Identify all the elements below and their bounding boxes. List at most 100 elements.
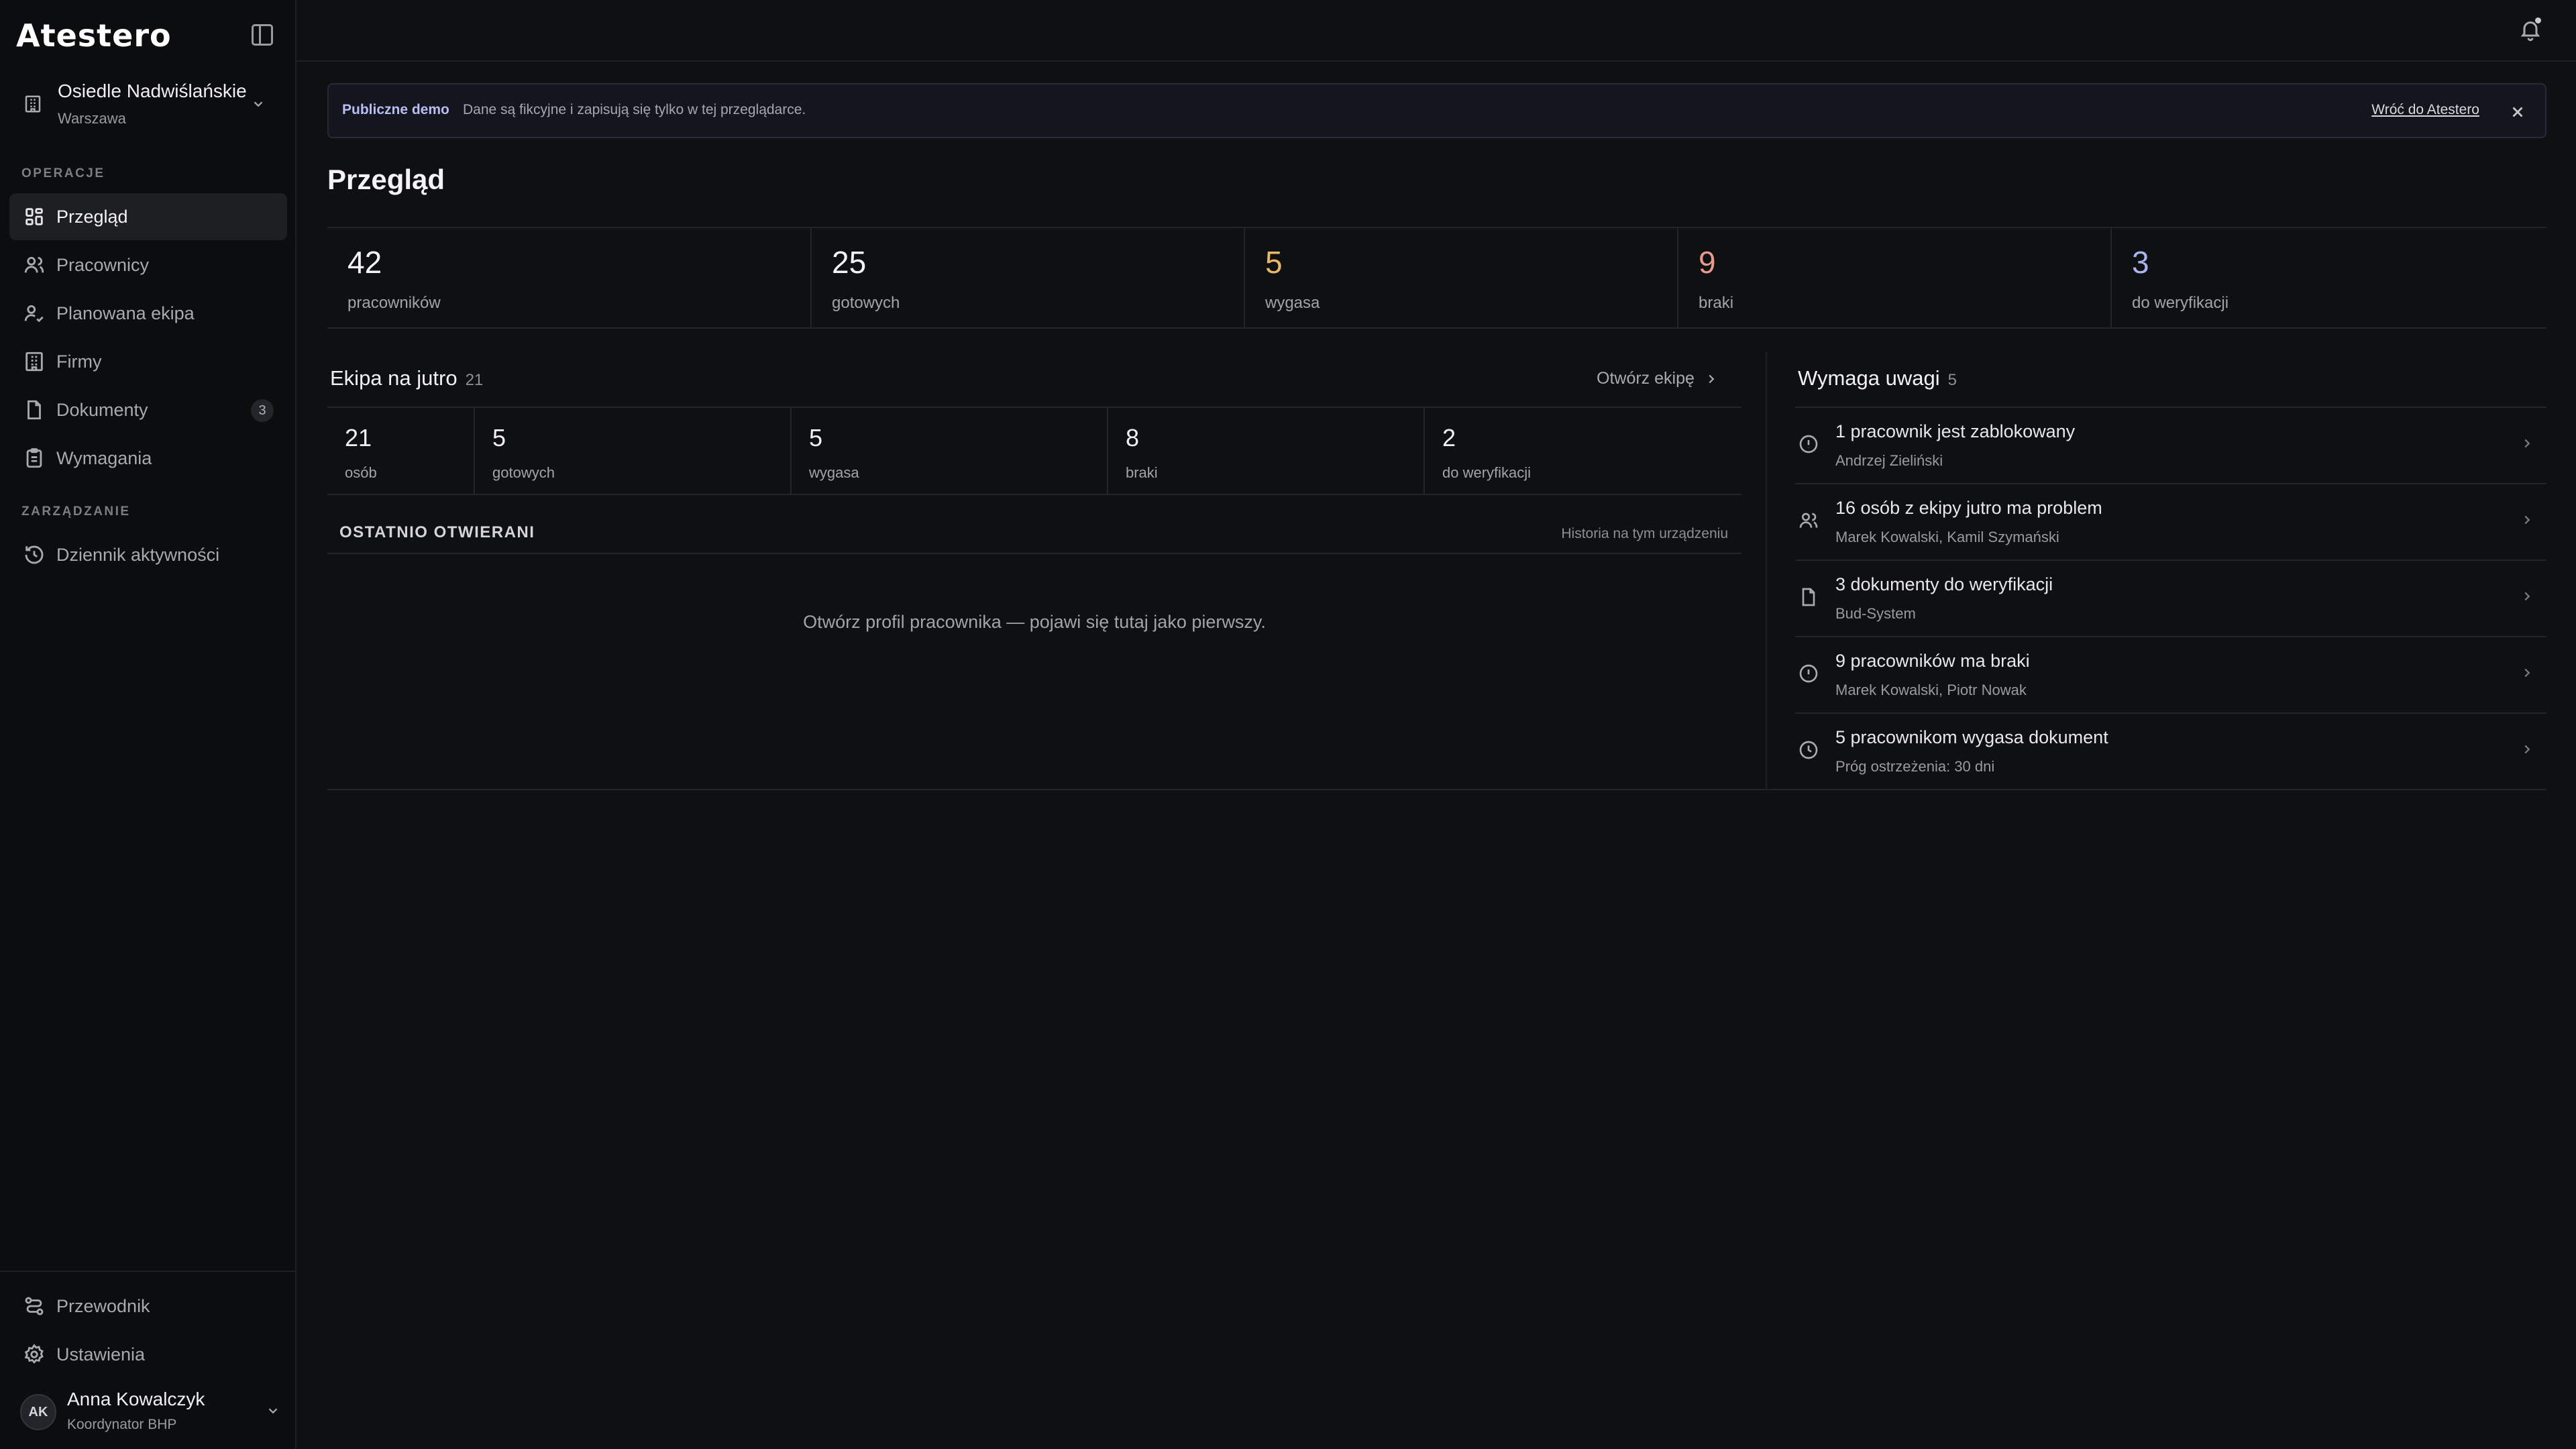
attention-item-sub: Marek Kowalski, Piotr Nowak — [1835, 682, 2027, 698]
recent-empty-state: Otwórz profil pracownika — pojawi się tu… — [803, 612, 1266, 632]
crew-stat-label: osób — [345, 464, 377, 481]
attention-item-missing[interactable]: 9 pracowników ma braki Marek Kowalski, P… — [1795, 637, 2546, 714]
crew-stat-label: braki — [1126, 464, 1158, 481]
crew-stat-label: gotowych — [492, 464, 555, 481]
crew-stat-label: wygasa — [809, 464, 859, 481]
attention-item-sub: Bud-System — [1835, 605, 1916, 622]
attention-item-sub: Marek Kowalski, Kamil Szymański — [1835, 529, 2059, 545]
sidebar-item-activity-log[interactable]: Dziennik aktywności — [9, 531, 287, 578]
attention-item-title: 3 dokumenty do weryfikacji — [1835, 574, 2053, 594]
attention-list: 1 pracownik jest zablokowany Andrzej Zie… — [1795, 407, 2546, 790]
chevron-down-icon — [251, 97, 266, 111]
attention-item-title: 16 osób z ekipy jutro ma problem — [1835, 498, 2102, 518]
user-check-icon — [23, 302, 46, 325]
sidebar-item-settings[interactable]: Ustawienia — [9, 1331, 287, 1378]
page-title: Przegląd — [327, 164, 445, 195]
user-menu[interactable]: AK Anna Kowalczyk Koordynator BHP — [16, 1383, 280, 1440]
stat-label: wygasa — [1265, 294, 1320, 312]
stat-to-verify[interactable]: 3 do weryfikacji — [2112, 228, 2546, 327]
gear-icon — [23, 1343, 46, 1366]
recent-title: OSTATNIO OTWIERANI — [339, 523, 535, 541]
stat-ready[interactable]: 25 gotowych — [812, 228, 1245, 327]
sidebar-item-label: Dziennik aktywności — [56, 544, 220, 565]
column-divider — [1766, 352, 1767, 790]
avatar: AK — [20, 1394, 56, 1430]
crew-stat-value: 21 — [345, 424, 372, 451]
stat-label: pracowników — [347, 294, 441, 312]
stat-label: do weryfikacji — [2132, 294, 2229, 312]
sidebar-toggle-icon[interactable] — [252, 24, 273, 46]
crew-stat-value: 5 — [492, 424, 506, 451]
route-icon — [23, 1295, 46, 1318]
chevron-down-icon — [266, 1403, 280, 1418]
org-name: Osiedle Nadwiślańskie — [58, 80, 247, 101]
org-switcher[interactable]: Osiedle Nadwiślańskie Warszawa — [16, 74, 278, 133]
top-bar — [297, 0, 2576, 62]
sidebar-divider — [0, 1271, 295, 1272]
app-logo[interactable]: Atestero — [16, 17, 172, 54]
open-crew-button[interactable]: Otwórz ekipę — [1597, 369, 1719, 388]
grid-icon — [23, 205, 46, 228]
stat-value: 3 — [2132, 245, 2149, 280]
stat-missing[interactable]: 9 braki — [1678, 228, 2112, 327]
sidebar-item-requirements[interactable]: Wymagania — [9, 435, 287, 482]
building-icon — [23, 350, 46, 373]
crew-stat-missing[interactable]: 8 braki — [1108, 408, 1425, 494]
users-icon — [23, 254, 46, 276]
stat-value: 42 — [347, 245, 382, 280]
recent-note: Historia na tym urządzeniu — [1561, 526, 1728, 541]
attention-item-sub: Andrzej Zieliński — [1835, 452, 1943, 469]
close-icon[interactable] — [2509, 103, 2526, 121]
crew-stat-people[interactable]: 21 osób — [327, 408, 475, 494]
crew-stats: 21 osób 5 gotowych 5 wygasa 8 braki 2 do… — [327, 407, 1741, 495]
banner-tag: Publiczne demo — [342, 102, 449, 117]
sidebar-item-companies[interactable]: Firmy — [9, 338, 287, 385]
attention-item-sub: Próg ostrzeżenia: 30 dni — [1835, 758, 1995, 775]
sidebar-item-overview[interactable]: Przegląd — [9, 193, 287, 240]
stat-workers[interactable]: 42 pracowników — [327, 228, 812, 327]
nav-section-operations: OPERACJE — [21, 166, 105, 180]
sidebar-item-label: Przewodnik — [56, 1295, 150, 1316]
stat-expiring[interactable]: 5 wygasa — [1245, 228, 1678, 327]
stat-value: 5 — [1265, 245, 1283, 280]
attention-item-blocked[interactable]: 1 pracownik jest zablokowany Andrzej Zie… — [1795, 408, 2546, 484]
crew-count: 21 — [465, 371, 484, 389]
crew-stat-ready[interactable]: 5 gotowych — [475, 408, 792, 494]
sidebar-item-label: Pracownicy — [56, 254, 150, 275]
sidebar-item-label: Dokumenty — [56, 399, 148, 420]
attention-item-documents[interactable]: 3 dokumenty do weryfikacji Bud-System — [1795, 561, 2546, 637]
stat-label: gotowych — [832, 294, 900, 312]
crew-stat-label: do weryfikacji — [1442, 464, 1532, 481]
attention-count: 5 — [1947, 371, 1957, 389]
chevron-right-icon — [2520, 513, 2534, 527]
clock-icon — [1798, 739, 1819, 761]
sidebar-item-workers[interactable]: Pracownicy — [9, 241, 287, 288]
attention-item-expiring[interactable]: 5 pracownikom wygasa dokument Próg ostrz… — [1795, 714, 2546, 790]
crew-stat-to-verify[interactable]: 2 do weryfikacji — [1425, 408, 1741, 494]
alert-circle-icon — [1798, 433, 1819, 455]
documents-count-badge: 3 — [251, 399, 274, 422]
crew-stat-expiring[interactable]: 5 wygasa — [792, 408, 1108, 494]
attention-title: Wymaga uwagi 5 — [1798, 366, 1957, 390]
chevron-right-icon — [2520, 589, 2534, 604]
open-crew-label: Otwórz ekipę — [1597, 369, 1695, 388]
divider — [1767, 789, 2546, 790]
attention-item-title: 9 pracowników ma braki — [1835, 651, 2030, 671]
crew-stat-value: 8 — [1126, 424, 1140, 451]
alert-circle-icon — [1798, 663, 1819, 684]
building-icon — [23, 94, 43, 114]
document-icon — [1798, 586, 1819, 608]
attention-item-title: 5 pracownikom wygasa dokument — [1835, 727, 2108, 747]
sidebar-item-planned-crew[interactable]: Planowana ekipa — [9, 290, 287, 337]
stat-value: 25 — [832, 245, 867, 280]
attention-item-crew-problem[interactable]: 16 osób z ekipy jutro ma problem Marek K… — [1795, 484, 2546, 561]
user-name: Anna Kowalczyk — [67, 1389, 205, 1409]
banner-text: Dane są fikcyjne i zapisują się tylko w … — [463, 102, 806, 117]
stat-value: 9 — [1699, 245, 1716, 280]
summary-stats: 42 pracowników 25 gotowych 5 wygasa 9 br… — [327, 227, 2546, 329]
attention-item-title: 1 pracownik jest zablokowany — [1835, 421, 2076, 441]
sidebar-item-label: Ustawienia — [56, 1344, 146, 1364]
back-to-atestero-link[interactable]: Wróć do Atestero — [2371, 102, 2479, 118]
sidebar-item-documents[interactable]: Dokumenty 3 — [9, 386, 287, 433]
sidebar-item-guide[interactable]: Przewodnik — [9, 1283, 287, 1330]
